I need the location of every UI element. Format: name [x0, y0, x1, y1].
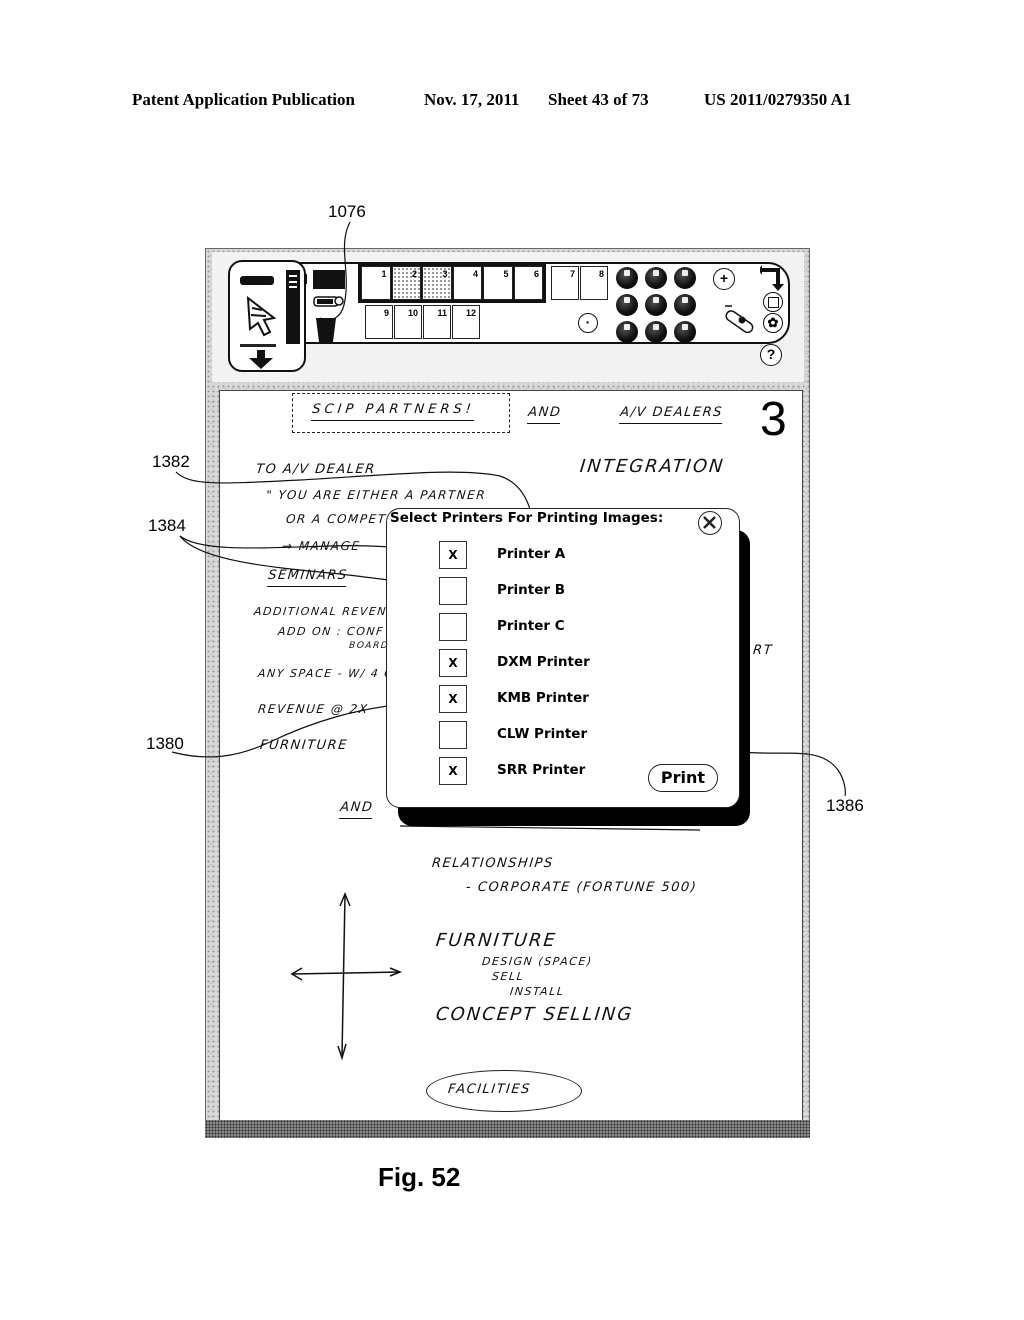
- note-additional: ADDITIONAL REVENUE: [253, 605, 406, 618]
- note-title: SCIP PARTNERS!: [311, 402, 476, 421]
- close-button[interactable]: [698, 511, 722, 535]
- printer-checkbox[interactable]: X: [439, 685, 467, 713]
- printer-label: CLW Printer: [497, 726, 588, 742]
- note-any-space: ANY SPACE - W/ 4 OR: [257, 667, 405, 680]
- ref-1380: 1380: [146, 734, 184, 753]
- trash-icon[interactable]: [314, 316, 338, 344]
- monitor-side: [304, 274, 307, 284]
- save-disk-icon[interactable]: [763, 292, 783, 312]
- color-swatch-7[interactable]: [616, 321, 638, 343]
- zoom-out-button[interactable]: ·: [578, 313, 598, 333]
- publication-date: Nov. 17, 2011: [424, 90, 520, 109]
- color-swatch-1[interactable]: [616, 267, 638, 289]
- note-rt: RT: [752, 643, 774, 658]
- note-furniture-1: FURNITURE: [259, 738, 349, 753]
- dialog-title: Select Printers For Printing Images:: [390, 510, 664, 526]
- printer-checkbox[interactable]: X: [439, 541, 467, 569]
- bottom-bar: [205, 1120, 810, 1138]
- page-slot-3[interactable]: 3: [422, 266, 452, 300]
- page-slot-6[interactable]: 6: [513, 266, 543, 300]
- note-seminars: SEMINARS: [267, 568, 349, 587]
- print-button[interactable]: Print: [648, 764, 718, 792]
- color-swatch-6[interactable]: [674, 294, 696, 316]
- ref-1384: 1384: [148, 516, 186, 535]
- printer-checkbox[interactable]: [439, 577, 467, 605]
- printer-checkbox[interactable]: [439, 613, 467, 641]
- color-swatch-8[interactable]: [645, 321, 667, 343]
- note-design: DESIGN (SPACE): [481, 955, 594, 968]
- pointer-icon[interactable]: [244, 296, 278, 338]
- note-furniture-2: FURNITURE: [434, 930, 558, 951]
- printer-label: SRR Printer: [497, 762, 586, 778]
- close-x-icon: [703, 516, 716, 529]
- color-swatch-5[interactable]: [645, 294, 667, 316]
- color-swatch-3[interactable]: [674, 267, 696, 289]
- note-quote-1: " YOU ARE EITHER A PARTNER: [265, 488, 487, 502]
- page-slot-1[interactable]: 1: [361, 266, 391, 300]
- note-install: INSTALL: [509, 985, 566, 998]
- zoom-in-button[interactable]: +: [713, 268, 735, 290]
- printer-label: KMB Printer: [497, 690, 589, 706]
- note-sell: SELL: [491, 970, 525, 983]
- page-slot-12[interactable]: 12: [452, 305, 480, 339]
- page-slot-8[interactable]: 8: [580, 266, 608, 300]
- note-relationships: RELATIONSHIPS: [431, 856, 555, 871]
- monitor-icon[interactable]: [313, 270, 345, 289]
- printer-checkbox[interactable]: X: [439, 757, 467, 785]
- color-swatch-4[interactable]: [616, 294, 638, 316]
- page-slot-5[interactable]: 5: [483, 266, 513, 300]
- printer-label: DXM Printer: [497, 654, 590, 670]
- usb-drive-icon[interactable]: [724, 303, 760, 333]
- note-to-av-dealer: TO A/V DEALER: [255, 462, 377, 477]
- page-number: 3: [760, 393, 787, 446]
- page-slot-10[interactable]: 10: [394, 305, 422, 339]
- page-slot-2[interactable]: 2: [391, 266, 421, 300]
- page-slot-7[interactable]: 7: [551, 266, 579, 300]
- settings-gear-icon[interactable]: ✿: [763, 313, 783, 333]
- ref-1386: 1386: [826, 796, 864, 815]
- tool-panel: [228, 260, 306, 372]
- printer-checkbox[interactable]: X: [439, 649, 467, 677]
- note-concept: CONCEPT SELLING: [434, 1004, 635, 1025]
- ref-1382: 1382: [152, 452, 190, 471]
- note-revenue: REVENUE @ 2X: [257, 702, 370, 716]
- color-swatch-9[interactable]: [674, 321, 696, 343]
- color-swatch-2[interactable]: [645, 267, 667, 289]
- eraser-icon[interactable]: [240, 276, 274, 285]
- pen-icon[interactable]: [286, 270, 300, 344]
- sheet-number: Sheet 43 of 73: [548, 90, 649, 109]
- patent-number: US 2011/0279350 A1: [704, 90, 852, 109]
- line-width-indicator[interactable]: [240, 344, 276, 347]
- printer-label: Printer A: [497, 546, 566, 562]
- publication-label: Patent Application Publication: [132, 90, 355, 109]
- printer-label: Printer C: [497, 618, 565, 634]
- printer-label: Printer B: [497, 582, 566, 598]
- page-slot-4[interactable]: 4: [452, 266, 482, 300]
- printer-checkbox[interactable]: [439, 721, 467, 749]
- help-button[interactable]: ?: [760, 344, 782, 366]
- page-slot-9[interactable]: 9: [365, 305, 393, 339]
- tape-icon[interactable]: [312, 294, 344, 310]
- note-manage: → MANAGE: [281, 539, 362, 553]
- note-av-dealers: A/V DEALERS: [619, 405, 724, 424]
- page-slot-11[interactable]: 11: [423, 305, 451, 339]
- note-facilities: FACILITIES: [447, 1082, 532, 1097]
- undo-arrow-icon[interactable]: [760, 264, 786, 292]
- figure-caption: Fig. 52: [378, 1162, 461, 1192]
- note-and-2: AND: [339, 800, 375, 819]
- down-arrow-icon[interactable]: [248, 350, 274, 370]
- note-integration: INTEGRATION: [578, 456, 726, 477]
- note-add-on: ADD ON : CONF: [277, 625, 385, 638]
- ref-1076: 1076: [328, 202, 366, 221]
- note-and-1: AND: [527, 405, 563, 424]
- note-corporate: - CORPORATE (FORTUNE 500): [465, 880, 699, 895]
